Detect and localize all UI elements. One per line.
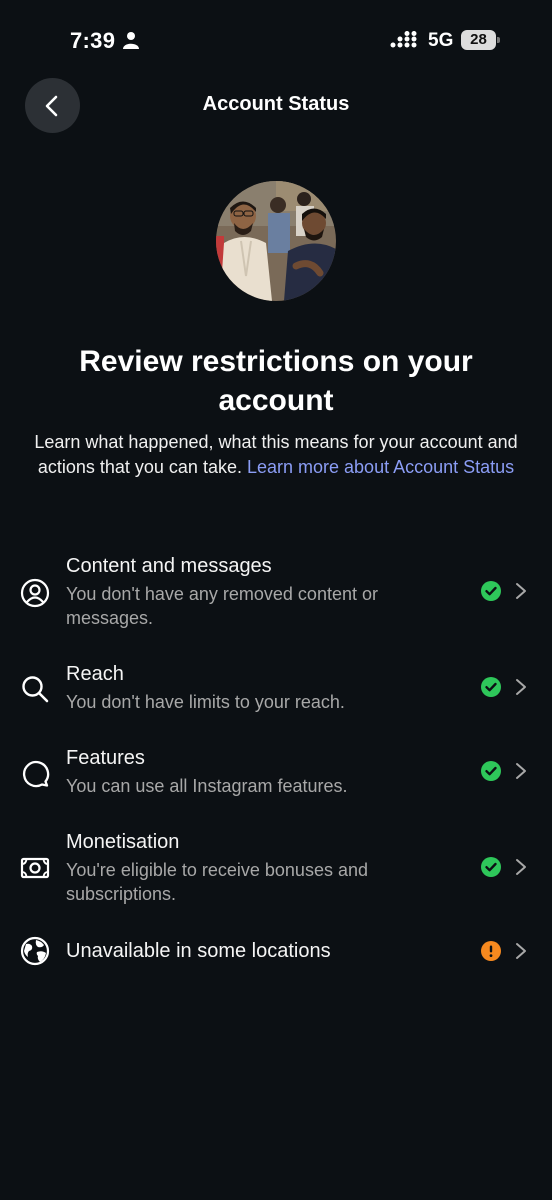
status-bar: 7:39 5G 28 [0,0,552,80]
row-title: Monetisation [66,831,180,853]
chat-bubble-icon [20,758,50,788]
chevron-right-icon [514,941,528,961]
row-title: Content and messages [66,555,272,577]
restrictions-heading: Review restrictions on your account [79,345,473,417]
row-subtitle: You're eligible to receive bonuses and s… [66,860,368,904]
avatar [216,181,336,301]
signal-icon [390,31,420,49]
row-reach[interactable]: Reach You don't have limits to your reac… [0,658,552,718]
check-circle-icon [481,857,501,877]
chevron-right-icon [514,581,528,601]
row-unavailable-locations[interactable]: Unavailable in some locations [0,930,552,974]
row-monetisation[interactable]: Monetisation You're eligible to receive … [0,826,552,910]
row-subtitle: You can use all Instagram features. [66,776,348,796]
globe-icon [20,936,50,966]
row-title: Unavailable in some locations [66,940,331,962]
intro-text: Learn what happened, what this means for… [30,430,522,479]
person-icon [122,31,140,49]
row-title: Reach [66,663,124,685]
banknote-icon [20,853,50,883]
battery-level: 28 [470,31,487,48]
chevron-right-icon [514,857,528,877]
network-type: 5G [428,30,454,51]
check-circle-icon [481,677,501,697]
warning-circle-icon [481,941,501,961]
page-title: Account Status [202,93,350,115]
check-circle-icon [481,581,501,601]
learn-more-link[interactable]: Learn more about Account Status [247,457,514,477]
status-time: 7:39 [70,28,116,53]
account-status-screen: 7:39 5G 28 Account Status Review restric… [0,0,552,1200]
battery-icon: 28 [461,30,500,50]
check-circle-icon [481,761,501,781]
row-subtitle: You don't have limits to your reach. [66,692,345,712]
row-title: Features [66,747,145,769]
person-circle-icon [20,578,50,608]
row-subtitle: You don't have any removed content or me… [66,584,378,628]
chevron-right-icon [514,761,528,781]
row-content-and-messages[interactable]: Content and messages You don't have any … [0,550,552,630]
search-icon [20,674,50,704]
chevron-right-icon [514,677,528,697]
row-features[interactable]: Features You can use all Instagram featu… [0,742,552,802]
